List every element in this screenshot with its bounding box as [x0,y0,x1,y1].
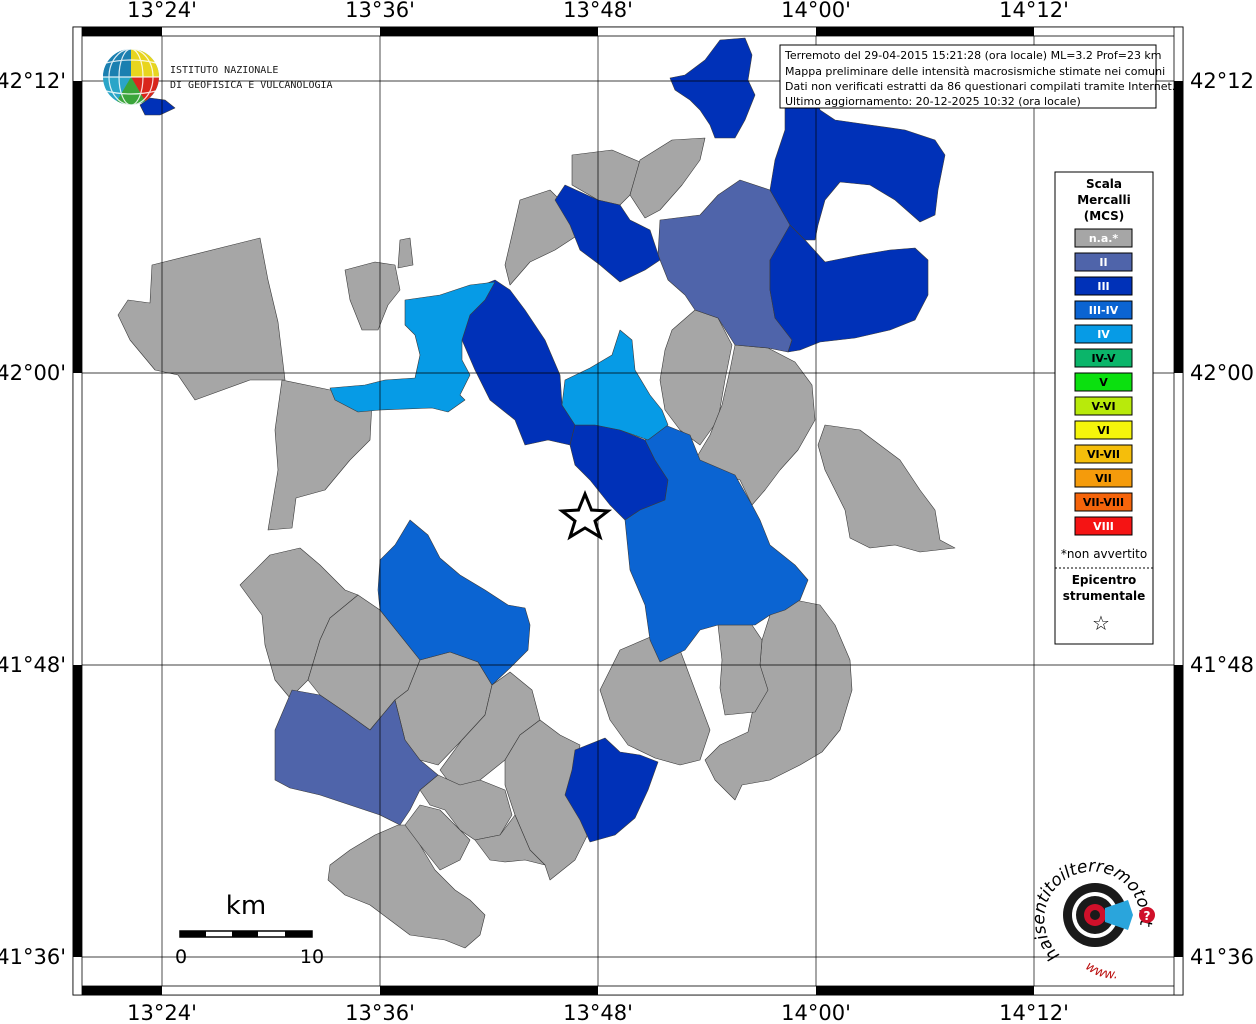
lat-label-left: 42°00' [0,361,66,385]
lon-label-bottom: 14°12' [999,1001,1069,1024]
legend-item: VII [1074,468,1133,488]
legend-item: III [1074,276,1133,296]
comune-na[interactable] [397,237,414,269]
lat-label-left: 41°48' [0,653,66,677]
legend-label: VIII [1093,520,1114,533]
svg-text:?: ? [1144,909,1151,923]
intensity-map: 13°24' 13°36' 13°48' 14°00' 14°12' 13°24… [0,0,1256,1024]
legend-label: IV [1097,328,1110,341]
lon-label-top: 14°12' [999,0,1069,22]
star-icon: ☆ [1092,611,1110,635]
epicentre-label: strumentale [1063,589,1146,603]
globe-icon [103,48,159,106]
legend-title: Scala [1086,177,1122,191]
legend-item: II [1074,252,1133,272]
info-box: Terremoto del 29-04-2015 15:21:28 (ora l… [779,44,1175,109]
legend-label: n.a.* [1089,232,1119,245]
legend-item: VIII [1074,516,1133,536]
legend-item: III-IV [1074,300,1133,320]
legend-item: n.a.* [1074,228,1133,248]
scale-max: 10 [300,946,324,968]
info-line3: Dati non verificati estratti da 86 quest… [785,80,1175,93]
legend-label: II [1099,256,1107,269]
lat-label-left: 42°12' [0,69,66,93]
scale-unit: km [226,891,266,921]
lat-label-right: 41°36' [1190,945,1256,969]
scale-min: 0 [175,946,187,968]
legend-label: VII-VIII [1083,496,1124,509]
info-line1: Terremoto del 29-04-2015 15:21:28 (ora l… [784,49,1162,62]
legend-label: IV-V [1091,352,1116,365]
logo-line1: ISTITUTO NAZIONALE [170,65,278,76]
legend-item: VI [1074,420,1133,440]
legend-title: (MCS) [1084,209,1125,223]
lat-label-right: 41°48' [1190,653,1256,677]
legend-label: VI-VII [1087,448,1120,461]
logo-line2: DI GEOFISICA E VULCANOLOGIA [170,80,333,91]
lon-label-top: 13°24' [127,0,197,22]
legend-item: VII-VIII [1074,492,1133,512]
help-icon[interactable]: ? [1139,907,1155,923]
lon-label-top: 13°36' [345,0,415,22]
legend-item: V-VI [1074,396,1133,416]
lon-label-top: 14°00' [781,0,851,22]
legend-label: VII [1095,472,1112,485]
legend-label: V-VI [1091,400,1115,413]
lon-label-bottom: 13°24' [127,1001,197,1024]
legend-label: V [1099,376,1108,389]
info-line2: Mappa preliminare delle intensità macros… [785,65,1165,78]
lon-label-bottom: 14°00' [781,1001,851,1024]
lon-label-bottom: 13°48' [563,1001,633,1024]
legend-item: VI-VII [1074,444,1133,464]
info-line4: Ultimo aggiornamento: 20-12-2025 10:32 (… [785,95,1081,108]
lat-label-right: 42°12' [1190,69,1256,93]
epicentre-label: Epicentro [1072,573,1137,587]
legend-label: VI [1097,424,1110,437]
lat-label-left: 41°36' [0,945,66,969]
legend-label: III-IV [1089,304,1119,317]
legend-item: IV-V [1074,348,1133,368]
legend-item: V [1074,372,1133,392]
legend: Scala Mercalli (MCS) n.a.*IIIIIIII-IVIVI… [1054,171,1154,645]
lon-label-top: 13°48' [563,0,633,22]
legend-note: *non avvertito [1061,547,1147,561]
comune-na[interactable] [717,624,769,716]
legend-item: IV [1074,324,1133,344]
legend-label: III [1097,280,1109,293]
lat-label-right: 42°00' [1190,361,1256,385]
lon-label-bottom: 13°36' [345,1001,415,1024]
legend-title: Mercalli [1077,193,1131,207]
